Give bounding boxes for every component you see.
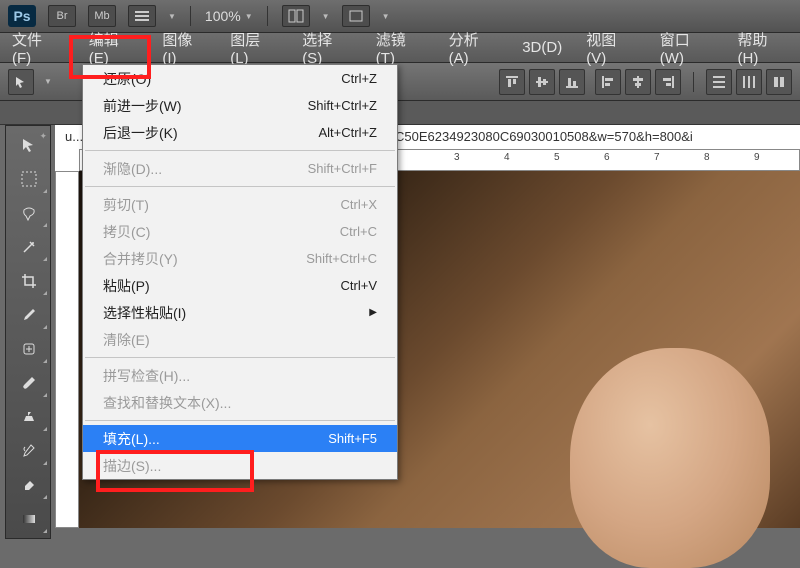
align-bottom-icon[interactable] xyxy=(559,69,585,95)
align-top-icon[interactable] xyxy=(499,69,525,95)
chevron-down-icon: ▼ xyxy=(168,12,176,21)
menubar: 文件(F) 编辑(E) 图像(I) 图层(L) 选择(S) 滤镜(T) 分析(A… xyxy=(0,33,800,63)
menu-3d[interactable]: 3D(D) xyxy=(510,33,574,62)
menu-analysis[interactable]: 分析(A) xyxy=(437,33,511,62)
menu-image[interactable]: 图像(I) xyxy=(150,33,218,62)
zoom-level[interactable]: 100% ▼ xyxy=(205,8,253,24)
menu-view[interactable]: 视图(V) xyxy=(574,33,648,62)
eyedropper-tool[interactable] xyxy=(10,300,48,330)
zoom-value: 100% xyxy=(205,8,241,24)
menu-cut: 剪切(T)Ctrl+X xyxy=(83,191,397,218)
menu-spellcheck: 拼写检查(H)... xyxy=(83,362,397,389)
healing-brush-tool[interactable] xyxy=(10,334,48,364)
ruler-mark: 5 xyxy=(554,152,560,163)
ruler-mark: 8 xyxy=(704,152,710,163)
distribute-space-icon[interactable] xyxy=(766,69,792,95)
brush-tool[interactable] xyxy=(10,368,48,398)
ruler-mark: 9 xyxy=(754,152,760,163)
edit-dropdown-menu: 还原(O)Ctrl+Z 前进一步(W)Shift+Ctrl+Z 后退一步(K)A… xyxy=(82,64,398,480)
minibridge-button[interactable]: Mb xyxy=(88,5,116,27)
chevron-down-icon: ▼ xyxy=(322,12,330,21)
align-vcenter-icon[interactable] xyxy=(529,69,555,95)
menu-stroke: 描边(S)... xyxy=(83,452,397,479)
menu-step-backward[interactable]: 后退一步(K)Alt+Ctrl+Z xyxy=(83,119,397,146)
ruler-mark: 7 xyxy=(654,152,660,163)
chevron-down-icon: ▼ xyxy=(382,12,390,21)
menu-window[interactable]: 窗口(W) xyxy=(648,33,726,62)
crop-tool[interactable] xyxy=(10,266,48,296)
menu-file[interactable]: 文件(F) xyxy=(0,33,73,62)
toolbox: ✦ xyxy=(5,125,51,539)
menu-select[interactable]: 选择(S) xyxy=(290,33,364,62)
ruler-mark: 6 xyxy=(604,152,610,163)
submenu-arrow-icon: ▶ xyxy=(349,307,377,318)
magic-wand-tool[interactable] xyxy=(10,232,48,262)
align-hcenter-icon[interactable] xyxy=(625,69,651,95)
bridge-button[interactable]: Br xyxy=(48,5,76,27)
menu-copy-merged: 合并拷贝(Y)Shift+Ctrl+C xyxy=(83,245,397,272)
menu-help[interactable]: 帮助(H) xyxy=(726,33,800,62)
ruler-mark: 4 xyxy=(504,152,510,163)
arrange-docs-button[interactable] xyxy=(282,5,310,27)
menu-layer[interactable]: 图层(L) xyxy=(218,33,290,62)
menu-find-replace: 查找和替换文本(X)... xyxy=(83,389,397,416)
clone-stamp-tool[interactable] xyxy=(10,402,48,432)
menu-filter[interactable]: 滤镜(T) xyxy=(364,33,437,62)
chevron-down-icon: ▼ xyxy=(245,12,253,21)
menu-fill[interactable]: 填充(L)...Shift+F5 xyxy=(83,425,397,452)
distribute-v-icon[interactable] xyxy=(706,69,732,95)
ruler-mark: 3 xyxy=(454,152,460,163)
ruler-vertical[interactable] xyxy=(55,171,79,528)
photo-subject xyxy=(570,348,770,568)
menu-edit[interactable]: 编辑(E) xyxy=(77,33,151,62)
ps-logo: Ps xyxy=(8,5,36,27)
menu-paste-special[interactable]: 选择性粘贴(I)▶ xyxy=(83,299,397,326)
chevron-down-icon: ▼ xyxy=(44,77,52,86)
document-filename-right: C50E6234923080C69030010508&w=570&h=800&i xyxy=(395,129,693,144)
align-h-group xyxy=(595,69,681,95)
history-brush-tool[interactable] xyxy=(10,436,48,466)
document-filename-left: u... xyxy=(65,129,83,144)
gradient-tool[interactable] xyxy=(10,504,48,534)
menu-undo[interactable]: 还原(O)Ctrl+Z xyxy=(83,65,397,92)
screen-mode-button[interactable] xyxy=(342,5,370,27)
menu-paste[interactable]: 粘贴(P)Ctrl+V xyxy=(83,272,397,299)
menu-step-forward[interactable]: 前进一步(W)Shift+Ctrl+Z xyxy=(83,92,397,119)
menu-clear: 清除(E) xyxy=(83,326,397,353)
eraser-tool[interactable] xyxy=(10,470,48,500)
distribute-h-icon[interactable] xyxy=(736,69,762,95)
align-left-icon[interactable] xyxy=(595,69,621,95)
lasso-tool[interactable] xyxy=(10,198,48,228)
align-group xyxy=(499,69,585,95)
menu-fade: 渐隐(D)...Shift+Ctrl+F xyxy=(83,155,397,182)
align-right-icon[interactable] xyxy=(655,69,681,95)
menu-copy: 拷贝(C)Ctrl+C xyxy=(83,218,397,245)
move-tool-preset[interactable] xyxy=(8,69,34,95)
marquee-tool[interactable] xyxy=(10,164,48,194)
view-extras-button[interactable] xyxy=(128,5,156,27)
move-tool[interactable]: ✦ xyxy=(10,130,48,160)
distribute-group xyxy=(706,69,792,95)
